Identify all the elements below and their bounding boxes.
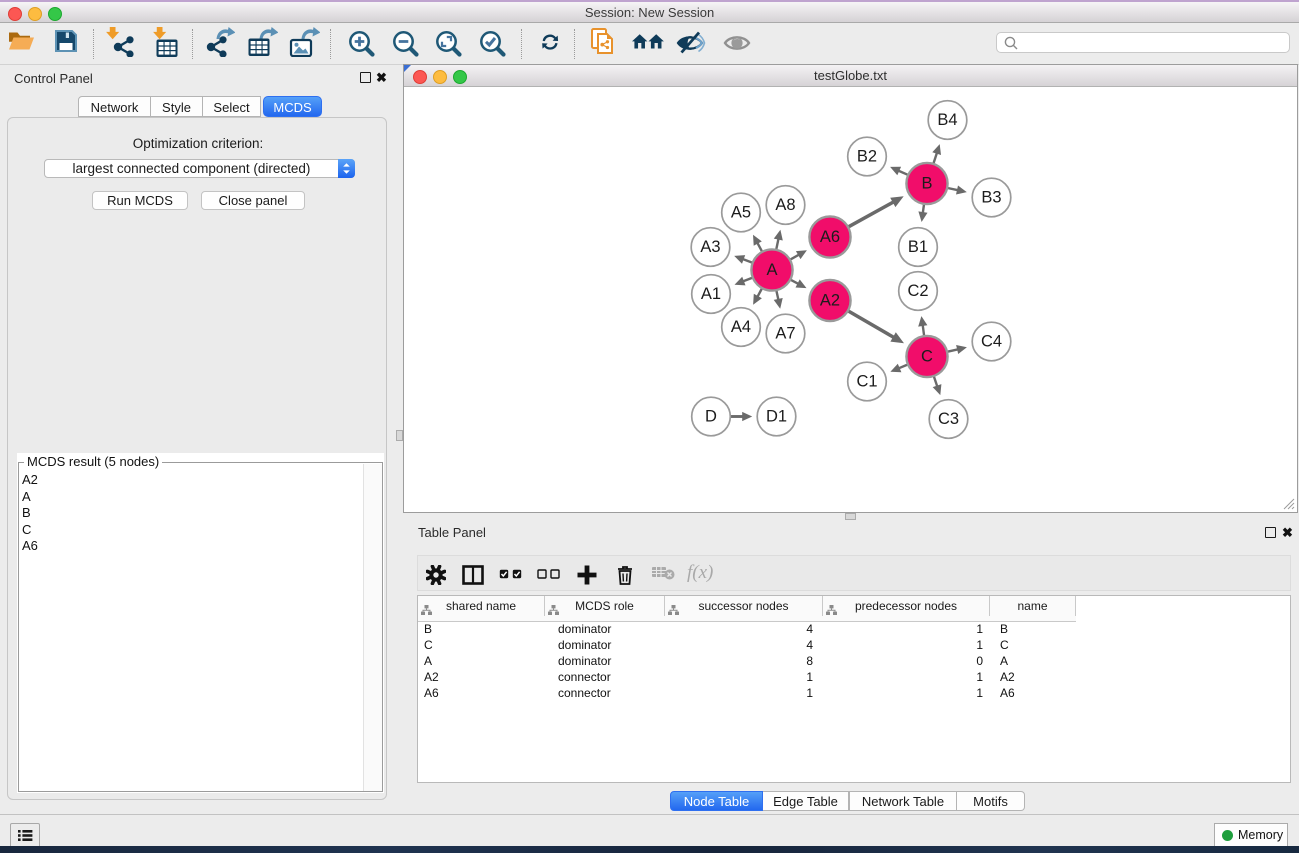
svg-text:B1: B1 xyxy=(908,238,928,256)
svg-text:C2: C2 xyxy=(907,282,928,300)
svg-text:D1: D1 xyxy=(766,408,787,426)
svg-text:A6: A6 xyxy=(820,228,840,246)
svg-text:A7: A7 xyxy=(775,325,795,343)
svg-text:B4: B4 xyxy=(937,111,957,129)
svg-text:D: D xyxy=(705,408,717,426)
svg-text:A2: A2 xyxy=(820,292,840,310)
svg-text:B3: B3 xyxy=(981,189,1001,207)
svg-text:C1: C1 xyxy=(856,373,877,391)
svg-text:A: A xyxy=(766,261,777,279)
svg-text:C: C xyxy=(921,348,933,366)
svg-text:A3: A3 xyxy=(700,238,720,256)
svg-text:A1: A1 xyxy=(701,285,721,303)
svg-text:A4: A4 xyxy=(731,318,751,336)
svg-text:B: B xyxy=(921,175,932,193)
svg-text:C4: C4 xyxy=(981,333,1002,351)
svg-text:A5: A5 xyxy=(731,204,751,222)
svg-text:C3: C3 xyxy=(938,410,959,428)
svg-text:A8: A8 xyxy=(775,196,795,214)
svg-text:B2: B2 xyxy=(857,148,877,166)
